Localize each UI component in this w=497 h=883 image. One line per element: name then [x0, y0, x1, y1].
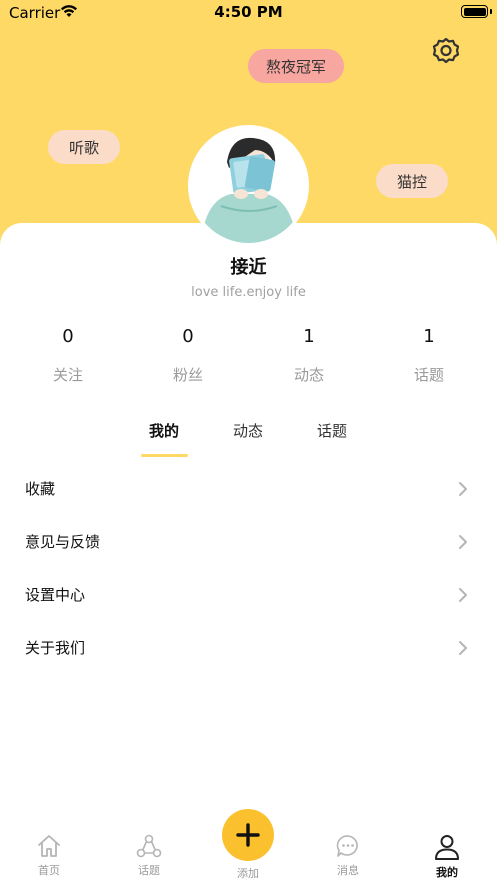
menu-item-label: 收藏: [25, 480, 56, 498]
clock: 4:50 PM: [214, 3, 283, 21]
stat-label: 关注: [52, 366, 83, 384]
menu-item-label: 关于我们: [25, 639, 86, 657]
menu-item-feedback[interactable]: 意见与反馈: [0, 515, 497, 568]
menu-list: 收藏 意见与反馈 设置中心 关于我们: [0, 462, 497, 674]
avatar[interactable]: [188, 125, 309, 246]
username: 接近: [230, 257, 267, 278]
stat-label: 粉丝: [172, 366, 203, 384]
interest-tag[interactable]: 熬夜冠军: [248, 49, 344, 83]
tabbar-messages[interactable]: 消息: [308, 828, 388, 878]
message-icon: [336, 835, 358, 857]
stat-following[interactable]: 0 关注: [23, 326, 113, 385]
menu-item-label: 设置中心: [25, 586, 86, 604]
stat-value: 1: [423, 326, 435, 347]
add-button[interactable]: [222, 809, 274, 861]
stat-topics[interactable]: 1 话题: [384, 326, 474, 385]
stat-posts[interactable]: 1 动态: [264, 326, 354, 385]
avatar-illustration: [191, 128, 306, 243]
chevron-right-icon: [459, 588, 467, 602]
stat-value: 1: [303, 326, 315, 347]
add-button-label: 添加: [237, 867, 259, 880]
active-tab-indicator: [141, 454, 188, 457]
stat-value: 0: [62, 326, 74, 347]
menu-item-favorites[interactable]: 收藏: [0, 462, 497, 515]
tab-posts[interactable]: 动态: [213, 420, 283, 441]
plus-icon: [236, 823, 260, 847]
menu-item-label: 意见与反馈: [25, 533, 101, 551]
home-icon: [38, 835, 60, 857]
tab-topics[interactable]: 话题: [297, 420, 367, 441]
menu-item-settings[interactable]: 设置中心: [0, 568, 497, 621]
chevron-right-icon: [459, 641, 467, 655]
tabbar-label: 消息: [337, 864, 359, 877]
interest-tag[interactable]: 听歌: [48, 130, 120, 164]
battery-icon: [461, 5, 488, 18]
stat-value: 0: [182, 326, 194, 347]
tabbar-label: 我的: [436, 866, 458, 879]
gear-icon[interactable]: [431, 36, 461, 66]
user-icon: [435, 835, 459, 860]
topics-icon: [136, 834, 162, 858]
status-bar: Carrier 4:50 PM: [0, 0, 497, 26]
user-bio: love life.enjoy life: [191, 285, 306, 300]
tab-mine[interactable]: 我的: [129, 420, 199, 441]
chevron-right-icon: [459, 482, 467, 496]
interest-tag[interactable]: 猫控: [376, 164, 448, 198]
menu-item-about[interactable]: 关于我们: [0, 621, 497, 674]
tabbar-topics[interactable]: 话题: [109, 828, 189, 878]
tabbar-profile[interactable]: 我的: [407, 828, 487, 880]
stat-followers[interactable]: 0 粉丝: [143, 326, 233, 385]
profile-tabs: 我的 动态 话题: [0, 420, 497, 460]
tabbar-label: 首页: [38, 864, 60, 877]
battery-tip: [490, 9, 492, 14]
chevron-right-icon: [459, 535, 467, 549]
stat-label: 话题: [413, 366, 444, 384]
stats-row: 0 关注 0 粉丝 1 动态 1 话题: [0, 326, 497, 388]
tabbar-label: 话题: [138, 864, 160, 877]
stat-label: 动态: [293, 366, 324, 384]
tabbar-home[interactable]: 首页: [9, 828, 89, 878]
